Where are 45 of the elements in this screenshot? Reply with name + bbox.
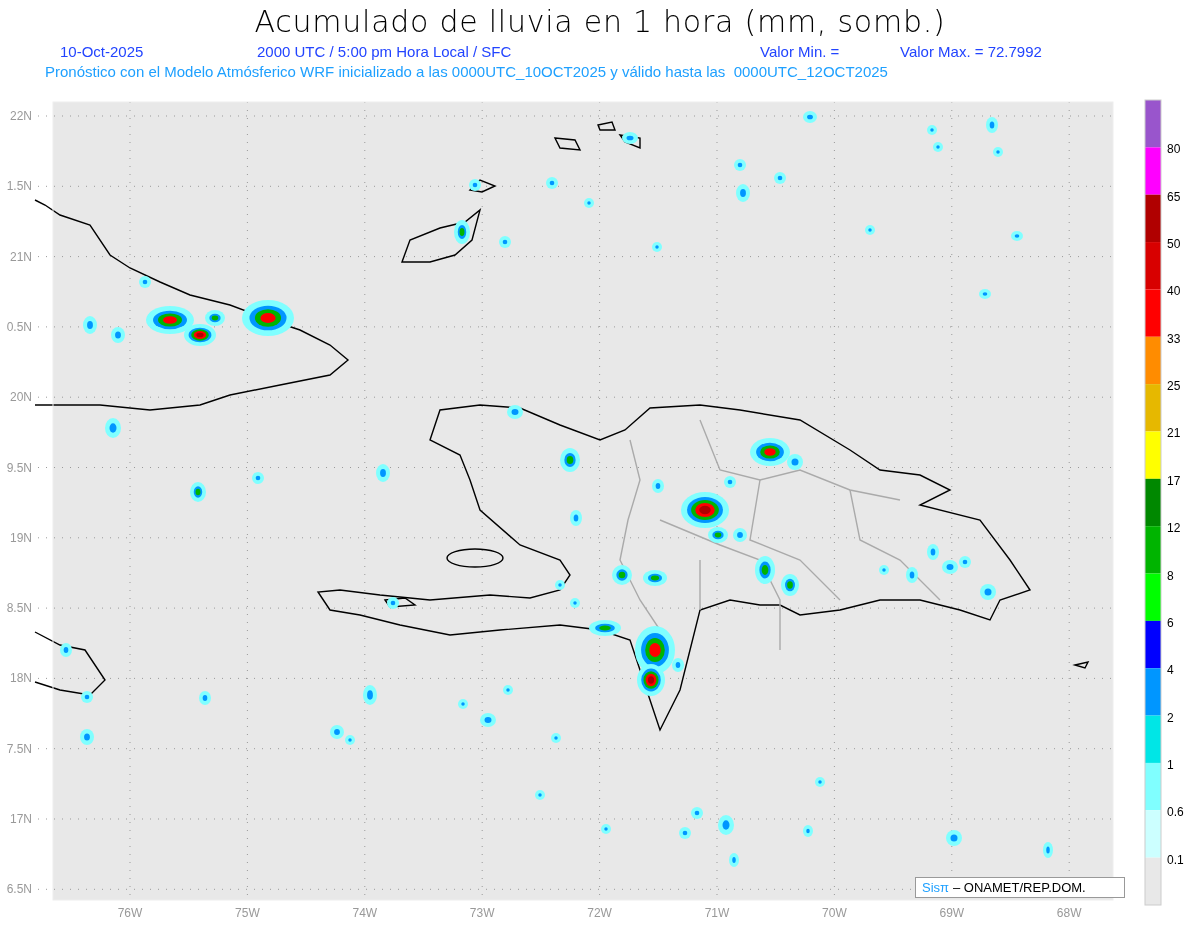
legend-label: 33 [1167, 331, 1181, 346]
legend-label: 65 [1167, 189, 1181, 204]
legend-label: 0.1 [1167, 852, 1184, 867]
legend-label: 2 [1167, 710, 1174, 725]
longitude-label: 75W [235, 906, 260, 920]
subtitle: Pronóstico con el Modelo Atmósferico WRF inicializado a las 0000UTC_10OCT2025 y válido hasta las 0000UTC_12OCT2025 [45, 63, 888, 80]
legend-label: 40 [1167, 284, 1181, 299]
longitude-label: 68W [1056, 906, 1082, 920]
longitude-label: 69W [939, 906, 965, 920]
legend-label: 12 [1167, 521, 1181, 536]
latitude-label: 19N [10, 530, 32, 545]
legend-label: 21 [1167, 426, 1181, 441]
longitude-label: 72W [587, 906, 612, 920]
longitude-label: 71W [704, 906, 730, 920]
latitude-label: 20N [10, 390, 32, 405]
legend-label: 6 [1167, 615, 1174, 630]
longitude-label: 74W [352, 906, 378, 920]
legend-label: 4 [1167, 663, 1174, 678]
logo: Sisπ [922, 878, 950, 897]
legend-label: 1 [1167, 757, 1174, 772]
latitude-label: 22N [10, 109, 32, 123]
forecast-date: 10-Oct-2025 [60, 42, 145, 62]
latitude-label: 9.5N [6, 460, 32, 475]
latitude-label: 17N [10, 812, 32, 826]
latitude-label: 6.5N [6, 882, 32, 897]
legend-label: 80 [1167, 142, 1181, 157]
legend-label: 25 [1167, 379, 1181, 394]
longitude-label: 73W [469, 906, 495, 920]
latitude-label: 0.5N [6, 319, 32, 334]
latitude-label: 8.5N [6, 601, 32, 616]
credit-text: – ONAMET/REP.DOM. [953, 878, 1086, 897]
latitude-label: 18N [10, 671, 32, 686]
longitude-label: 70W [822, 906, 847, 920]
latitude-label: 7.5N [6, 741, 32, 756]
legend-label: 50 [1167, 237, 1181, 252]
legend-label: 17 [1167, 473, 1181, 488]
legend-label: 0.6 [1167, 805, 1184, 820]
longitude-label: 76W [117, 906, 143, 920]
latitude-label: 1.5N [6, 179, 32, 194]
min-value: Valor Min. = [760, 42, 841, 62]
latitude-label: 21N [10, 249, 32, 264]
max-value: Valor Max. = 72.7992 [900, 42, 1042, 62]
legend-label: 8 [1167, 568, 1174, 583]
chart-title: Acumulado de lluvia en 1 hora (mm, somb.) [254, 3, 946, 41]
forecast-time: 2000 UTC / 5:00 pm Hora Local / SFC [257, 42, 513, 62]
